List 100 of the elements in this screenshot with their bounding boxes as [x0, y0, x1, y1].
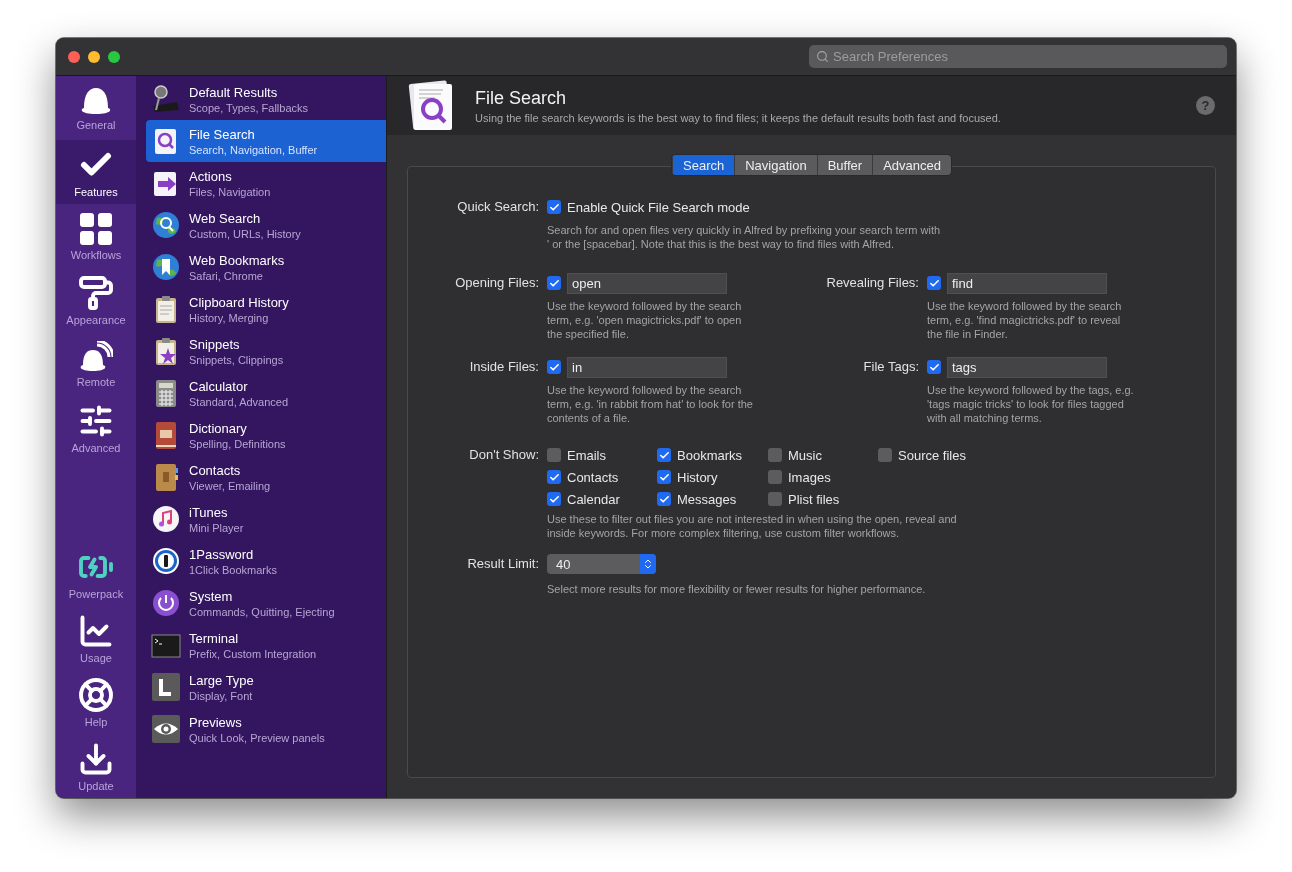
feature-item[interactable]: Dictionary Spelling, Definitions	[146, 414, 386, 456]
feature-title: File Search	[189, 126, 256, 142]
feature-title: Calculator	[189, 378, 249, 394]
feature-item[interactable]: Calculator Standard, Advanced	[146, 372, 386, 414]
feature-subtitle: 1Click Bookmarks	[189, 563, 278, 576]
checkbox-label: Bookmarks	[677, 447, 743, 463]
category-item[interactable]: Help	[56, 670, 136, 734]
category-item[interactable]: Appearance	[56, 268, 136, 332]
category-item[interactable]: Remote	[56, 332, 136, 396]
checkbox[interactable]	[547, 200, 561, 214]
tab[interactable]: Search	[672, 155, 735, 175]
stepper-icon	[642, 558, 654, 570]
page-title: File Search	[475, 87, 568, 109]
checkbox[interactable]	[768, 470, 782, 484]
feature-item[interactable]: System Commands, Quitting, Ejecting	[146, 582, 386, 624]
feature-item[interactable]: Previews Quick Look, Preview panels	[146, 708, 386, 750]
close-button[interactable]	[68, 50, 80, 63]
keyword-field[interactable]: in	[567, 356, 727, 378]
feature-item[interactable]: Large Type Display, Font	[146, 666, 386, 708]
feature-item[interactable]: Contacts Viewer, Emailing	[146, 456, 386, 498]
checkbox[interactable]	[657, 470, 671, 484]
page-subtitle: Using the file search keywords is the best way to find files; it keeps the default results both fast and focused.	[475, 111, 1002, 124]
feature-item[interactable]: iTunes Mini Player	[146, 498, 386, 540]
feature-subtitle: Commands, Quitting, Ejecting	[189, 605, 335, 618]
checkbox-label: Music	[788, 447, 822, 463]
checkbox-label: Plist files	[788, 491, 840, 507]
feature-title: System	[189, 588, 234, 604]
checkbox[interactable]	[768, 492, 782, 506]
dome-icon	[79, 85, 113, 116]
feature-subtitle: Standard, Advanced	[189, 395, 289, 408]
music-note-icon	[151, 504, 181, 534]
category-item[interactable]: Workflows	[56, 204, 136, 268]
category-item[interactable]: Features	[56, 140, 136, 204]
feature-title: Actions	[189, 168, 233, 184]
tab[interactable]: Advanced	[872, 155, 951, 175]
feature-item[interactable]: Actions Files, Navigation	[146, 162, 386, 204]
paint-roller-icon	[78, 274, 114, 311]
checkbox[interactable]	[547, 492, 561, 506]
power-icon	[151, 588, 181, 618]
zoom-button[interactable]	[108, 50, 120, 63]
keyword-field[interactable]: open	[567, 272, 727, 294]
category-item[interactable]: Advanced	[56, 396, 136, 460]
category-item[interactable]: General	[56, 76, 136, 140]
field-label: Quick Search:	[456, 198, 540, 216]
category-item[interactable]: Usage	[56, 606, 136, 670]
checkbox-label: Contacts	[567, 469, 619, 485]
help-text: Use the keyword followed by the search term, e.g. 'open magictricks.pdf' to open the specified file.	[547, 299, 742, 341]
help-text: Search for and open files very quickly in Alfred by prefixing your search term with ' or the [spacebar]. Note that this is the best way to find files with Alfred.	[547, 223, 941, 251]
checkbox[interactable]	[547, 360, 561, 374]
checkbox[interactable]	[927, 360, 941, 374]
checkbox[interactable]	[657, 448, 671, 462]
feature-subtitle: Files, Navigation	[189, 185, 271, 198]
tab[interactable]: Buffer	[816, 155, 873, 175]
checkbox[interactable]	[878, 448, 892, 462]
keyword-field[interactable]: tags	[947, 356, 1107, 378]
feature-item[interactable]: Default Results Scope, Types, Fallbacks	[146, 78, 386, 120]
checkbox-label: Emails	[567, 447, 606, 463]
feature-item[interactable]: Snippets Snippets, Clippings	[146, 330, 386, 372]
checkbox[interactable]	[768, 448, 782, 462]
feature-item[interactable]: Web Bookmarks Safari, Chrome	[146, 246, 386, 288]
checkbox[interactable]	[547, 470, 561, 484]
checkbox-label: Enable Quick File Search mode	[567, 199, 750, 215]
checkbox-label: Images	[788, 469, 831, 485]
checkbox[interactable]	[927, 276, 941, 290]
help-text: Use these to filter out files you are not interested in when using the open, reveal and inside keywords. For more complex filtering, use custom filter workflows.	[547, 512, 958, 540]
feature-subtitle: Spelling, Definitions	[189, 437, 286, 450]
feature-subtitle: Quick Look, Preview panels	[189, 731, 325, 744]
feature-item[interactable]: File Search Search, Navigation, Buffer	[146, 120, 386, 162]
feature-title: Snippets	[189, 336, 241, 352]
checkbox-label: Source files	[898, 447, 966, 463]
feature-title: Web Search	[189, 210, 262, 226]
category-item[interactable]: Update	[56, 734, 136, 798]
feature-item[interactable]: Terminal Prefix, Custom Integration	[146, 624, 386, 666]
result-limit-dropdown[interactable]: 40	[547, 554, 656, 574]
field-label: Inside Files:	[468, 358, 540, 376]
lifebuoy-icon	[78, 676, 114, 713]
globe-bookmark-icon	[151, 252, 181, 282]
magnifier-hat-icon	[151, 84, 181, 114]
category-item[interactable]: Powerpack	[56, 542, 136, 606]
tab[interactable]: Navigation	[734, 155, 817, 175]
search-icon	[816, 50, 829, 63]
minimize-button[interactable]	[88, 50, 100, 63]
feature-subtitle: Search, Navigation, Buffer	[189, 143, 318, 156]
feature-item[interactable]: Web Search Custom, URLs, History	[146, 204, 386, 246]
checkbox-label: Calendar	[567, 491, 620, 507]
feature-title: Contacts	[189, 462, 242, 478]
globe-search-icon	[151, 210, 181, 240]
feature-title: Dictionary	[189, 420, 248, 436]
checkbox[interactable]	[547, 448, 561, 462]
feature-item[interactable]: Clipboard History History, Merging	[146, 288, 386, 330]
feature-item[interactable]: 1Password 1Click Bookmarks	[146, 540, 386, 582]
checkbox-label: Messages	[677, 491, 737, 507]
keyword-field[interactable]: find	[947, 272, 1107, 294]
search-field[interactable]: Search Preferences	[809, 45, 1227, 68]
field-label: Revealing Files:	[825, 274, 920, 292]
checkbox[interactable]	[657, 492, 671, 506]
feature-subtitle: Prefix, Custom Integration	[189, 647, 317, 660]
checkbox[interactable]	[547, 276, 561, 290]
help-text: Use the keyword followed by the search term, e.g. 'find magictricks.pdf' to reveal the file in Finder.	[927, 299, 1122, 341]
help-text: Select more results for more flexibility or fewer results for higher performance.	[547, 582, 926, 596]
